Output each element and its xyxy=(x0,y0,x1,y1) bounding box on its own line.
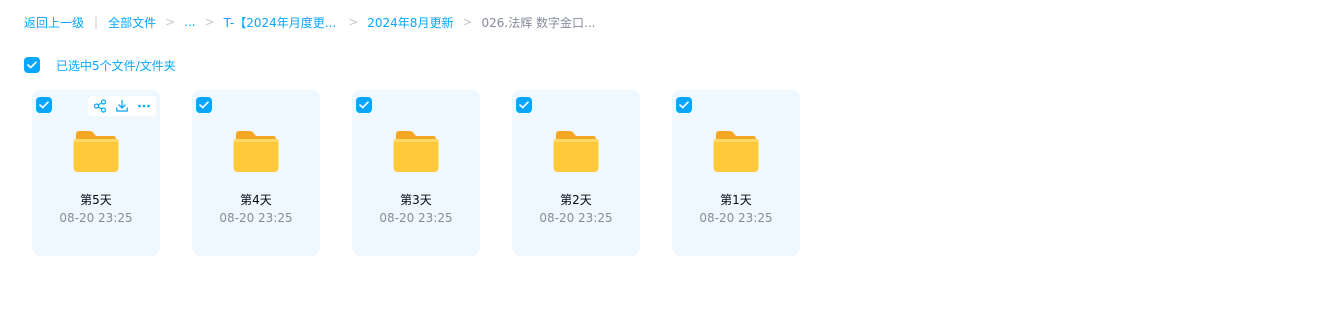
breadcrumb-separator: > xyxy=(165,15,176,29)
folder-modified-time: 08-20 23:25 xyxy=(539,211,613,225)
breadcrumb-separator: > xyxy=(348,15,359,29)
folder-name: 第5天 xyxy=(80,193,112,207)
breadcrumb: 返回上一级 | 全部文件 > ... > T-【2024年月度更... > 20… xyxy=(24,12,596,32)
folder-card[interactable]: 第3天 08-20 23:25 xyxy=(352,90,480,256)
folder-icon xyxy=(73,131,119,172)
folder-name: 第2天 xyxy=(560,193,592,207)
folder-modified-time: 08-20 23:25 xyxy=(379,211,453,225)
breadcrumb-level-1[interactable]: T-【2024年月度更... xyxy=(224,14,337,31)
select-all-checkbox[interactable] xyxy=(24,57,40,73)
breadcrumb-current: 026.法辉 数字金口... xyxy=(481,15,596,30)
folder-name: 第4天 xyxy=(240,193,272,207)
folder-card[interactable]: 第1天 08-20 23:25 xyxy=(672,90,800,256)
download-icon[interactable] xyxy=(114,98,130,114)
checkmark-icon xyxy=(39,101,49,109)
checkmark-icon xyxy=(27,61,37,69)
share-icon[interactable] xyxy=(92,98,108,114)
back-link[interactable]: 返回上一级 xyxy=(24,14,84,31)
folder-checkbox[interactable] xyxy=(36,97,52,113)
breadcrumb-separator: > xyxy=(462,15,473,29)
folder-name: 第3天 xyxy=(400,193,432,207)
folder-checkbox[interactable] xyxy=(516,97,532,113)
folder-checkbox[interactable] xyxy=(676,97,692,113)
folder-icon xyxy=(713,131,759,172)
folder-name: 第1天 xyxy=(720,193,752,207)
checkmark-icon xyxy=(359,101,369,109)
selection-bar: 已选中5个文件/文件夹 xyxy=(24,56,176,74)
folder-card[interactable]: 第4天 08-20 23:25 xyxy=(192,90,320,256)
folder-icon xyxy=(393,131,439,172)
folder-modified-time: 08-20 23:25 xyxy=(219,211,293,225)
folder-checkbox[interactable] xyxy=(196,97,212,113)
breadcrumb-level-2[interactable]: 2024年8月更新 xyxy=(367,14,453,31)
file-browser: 返回上一级 | 全部文件 > ... > T-【2024年月度更... > 20… xyxy=(0,0,1322,331)
folder-grid: 第5天 08-20 23:25 第4天 08-20 23:25 第3天 08-2… xyxy=(32,90,800,256)
breadcrumb-bar-separator: | xyxy=(94,15,99,29)
folder-checkbox[interactable] xyxy=(356,97,372,113)
folder-icon xyxy=(233,131,279,172)
folder-card[interactable]: 第5天 08-20 23:25 xyxy=(32,90,160,256)
checkmark-icon xyxy=(199,101,209,109)
folder-modified-time: 08-20 23:25 xyxy=(59,211,133,225)
folder-icon xyxy=(553,131,599,172)
checkmark-icon xyxy=(679,101,689,109)
breadcrumb-all-files[interactable]: 全部文件 xyxy=(108,14,156,31)
breadcrumb-ellipsis[interactable]: ... xyxy=(184,15,195,29)
folder-card[interactable]: 第2天 08-20 23:25 xyxy=(512,90,640,256)
more-icon[interactable] xyxy=(136,98,152,114)
selection-count-text: 已选中5个文件/文件夹 xyxy=(56,58,176,73)
checkmark-icon xyxy=(519,101,529,109)
breadcrumb-separator: > xyxy=(204,15,215,29)
folder-modified-time: 08-20 23:25 xyxy=(699,211,773,225)
card-actions xyxy=(88,96,156,116)
